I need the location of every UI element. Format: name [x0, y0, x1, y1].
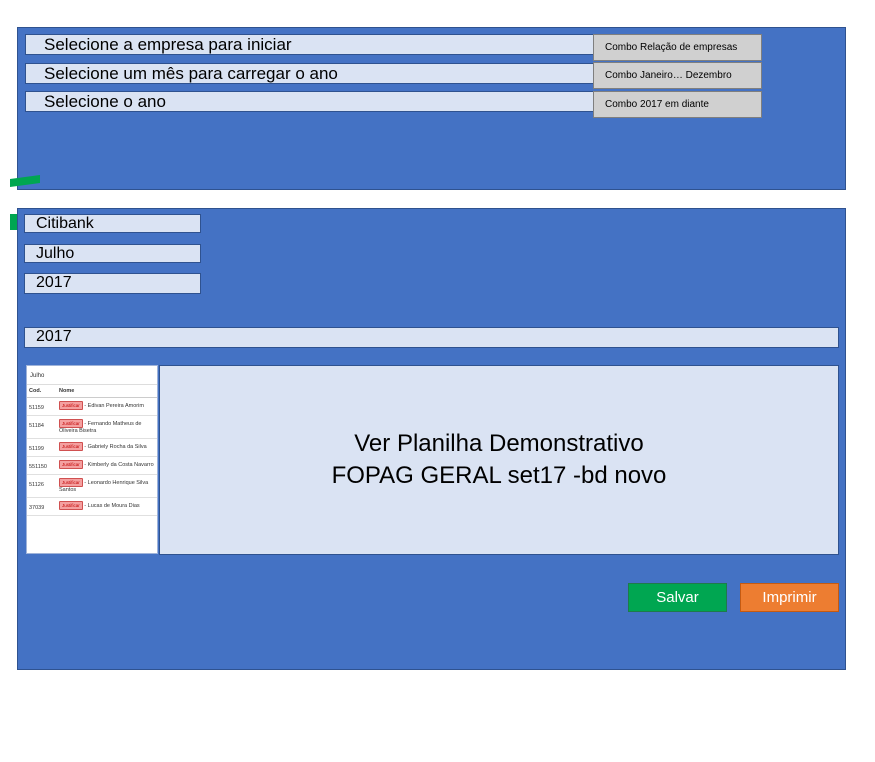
save-button[interactable]: Salvar [628, 583, 727, 612]
table-row: 51126 Justificar - Leonardo Henrique Sil… [27, 474, 157, 498]
employee-name: - Gabriely Rocha da Silva [84, 444, 147, 450]
justificar-button[interactable]: Justificar [59, 478, 83, 487]
row-nome: Justificar - Lucas de Moura Dias [57, 497, 157, 516]
note-company-combo: Combo Relação de empresas [593, 34, 762, 61]
row-cod: 51199 [27, 438, 57, 457]
table-row: 51199 Justificar - Gabriely Rocha da Sil… [27, 438, 157, 457]
row-nome: Justificar - Edivan Pereira Amorim [57, 397, 157, 416]
year-bar: 2017 [24, 327, 839, 348]
month-select[interactable]: Julho [24, 244, 201, 263]
row-cod: 51184 [27, 415, 57, 439]
row-nome: Justificar - Fernando Matheus de Oliveir… [57, 415, 157, 439]
row-nome: Justificar - Kimberly da Costa Navarro [57, 456, 157, 475]
instruction-company: Selecione a empresa para iniciar [25, 34, 594, 55]
employee-table: Cod. Nome 51159 Justificar - Edivan Pere… [27, 385, 157, 516]
print-button[interactable]: Imprimir [740, 583, 839, 612]
table-row: 551150 Justificar - Kimberly da Costa Na… [27, 456, 157, 475]
row-nome: Justificar - Gabriely Rocha da Silva [57, 438, 157, 457]
thumbnail-month: Julho [27, 366, 157, 385]
row-cod: 551150 [27, 456, 57, 475]
table-row: 51159 Justificar - Edivan Pereira Amorim [27, 397, 157, 416]
employee-name: - Edivan Pereira Amorim [84, 403, 144, 409]
company-select[interactable]: Citibank [24, 214, 201, 233]
justificar-button[interactable]: Justificar [59, 460, 83, 469]
table-row: 37039 Justificar - Lucas de Moura Dias [27, 497, 157, 516]
table-row: 51184 Justificar - Fernando Matheus de O… [27, 415, 157, 439]
row-nome: Justificar - Leonardo Henrique Silva San… [57, 474, 157, 498]
justificar-button[interactable]: Justificar [59, 419, 83, 428]
employee-name: - Lucas de Moura Dias [84, 503, 140, 509]
preview-line-2: FOPAG GERAL set17 -bd novo [331, 462, 667, 489]
year-select[interactable]: 2017 [24, 273, 201, 294]
justificar-button[interactable]: Justificar [59, 401, 83, 410]
row-cod: 51159 [27, 397, 57, 416]
column-nome: Nome [57, 385, 157, 398]
note-month-combo: Combo Janeiro… Dezembro [593, 62, 762, 89]
spreadsheet-preview[interactable]: Ver Planilha Demonstrativo FOPAG GERAL s… [159, 365, 839, 555]
employee-name: - Kimberly da Costa Navarro [84, 462, 154, 468]
note-year-combo: Combo 2017 em diante [593, 91, 762, 118]
row-cod: 51126 [27, 474, 57, 498]
instruction-year: Selecione o ano [25, 91, 594, 112]
justificar-button[interactable]: Justificar [59, 501, 83, 510]
column-cod: Cod. [27, 385, 57, 398]
preview-line-1: Ver Planilha Demonstrativo [354, 430, 644, 457]
justificar-button[interactable]: Justificar [59, 442, 83, 451]
instruction-month: Selecione um mês para carregar o ano [25, 63, 594, 84]
employee-list-thumbnail: Julho Cod. Nome 51159 Justificar - Ediva… [26, 365, 158, 554]
row-cod: 37039 [27, 497, 57, 516]
